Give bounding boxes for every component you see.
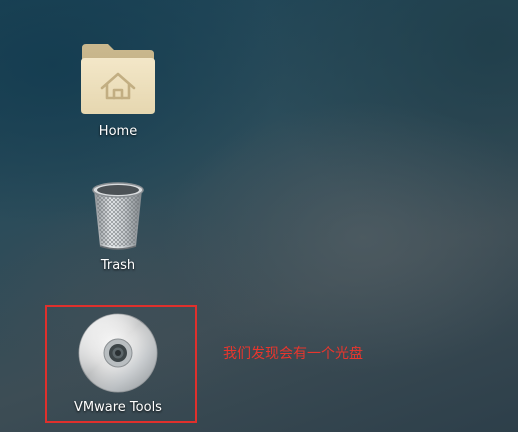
annotation-text: 我们发现会有一个光盘 (223, 346, 363, 362)
desktop-icon-home[interactable]: Home (58, 38, 178, 139)
home-folder-icon (81, 44, 155, 114)
home-label: Home (98, 124, 138, 139)
desktop-icon-vmware-tools[interactable]: VMware Tools (58, 312, 178, 415)
optical-disc-icon (78, 313, 158, 393)
trash-icon (92, 182, 144, 250)
vmware-tools-label: VMware Tools (74, 400, 162, 415)
trash-label: Trash (100, 258, 136, 273)
desktop-icon-trash[interactable]: Trash (58, 180, 178, 273)
